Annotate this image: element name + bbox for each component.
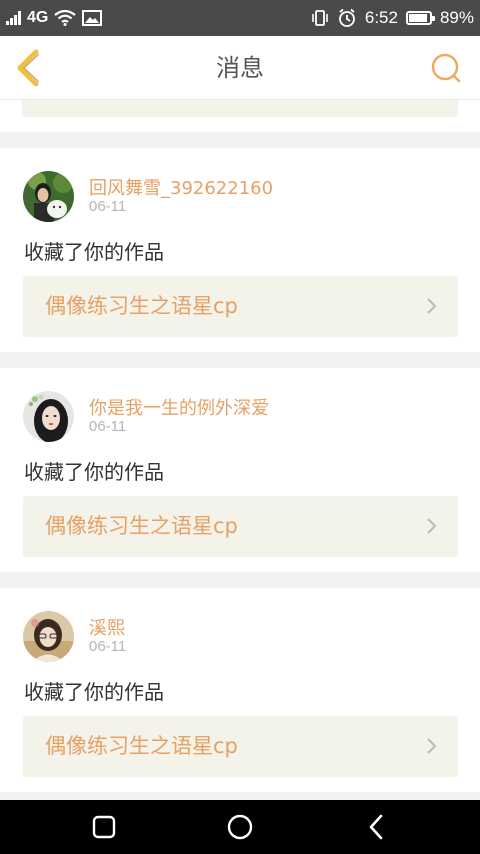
network-type: 4G	[27, 9, 49, 26]
action-text: 收藏了你的作品	[24, 240, 164, 264]
username[interactable]: 你是我一生的例外深爱	[89, 394, 269, 420]
back-nav-button[interactable]	[362, 812, 392, 842]
action-text: 收藏了你的作品	[24, 680, 164, 704]
image-notification-icon	[82, 10, 103, 26]
page-title: 消息	[216, 54, 264, 82]
app-header: 消息	[0, 36, 480, 100]
avatar[interactable]	[23, 611, 74, 662]
avatar[interactable]	[23, 391, 74, 442]
message-date: 06-11	[89, 418, 127, 435]
back-button[interactable]	[10, 46, 54, 90]
action-text: 收藏了你的作品	[24, 460, 164, 484]
work-title: 偶像练习生之语星cp	[45, 294, 238, 318]
message-list[interactable]: 回风舞雪_392622160 06-11 收藏了你的作品 偶像练习生之语星cp	[0, 100, 480, 800]
chevron-right-icon	[427, 518, 437, 534]
battery-icon	[405, 11, 435, 25]
message-date: 06-11	[89, 198, 127, 215]
chevron-right-icon	[427, 298, 437, 314]
work-link[interactable]: 偶像练习生之语星cp	[23, 496, 458, 557]
system-nav-bar	[0, 800, 480, 854]
username[interactable]: 回风舞雪_392622160	[89, 174, 273, 200]
status-bar: 4G 6:52 89%	[0, 0, 480, 36]
clock-time: 6:52	[364, 8, 398, 27]
recents-square-icon	[92, 815, 116, 839]
alarm-icon	[338, 8, 355, 27]
recents-button[interactable]	[89, 812, 119, 842]
message-date: 06-11	[89, 638, 127, 655]
search-button[interactable]	[428, 50, 464, 86]
list-item: 溪熙 06-11 收藏了你的作品 偶像练习生之语星cp	[0, 588, 480, 792]
avatar[interactable]	[23, 171, 74, 222]
work-title: 偶像练习生之语星cp	[45, 734, 238, 758]
username[interactable]: 溪熙	[89, 614, 125, 640]
work-title: 偶像练习生之语星cp	[45, 514, 238, 538]
wifi-icon	[54, 10, 77, 26]
battery-percent: 89%	[439, 8, 474, 27]
chevron-left-icon	[17, 49, 40, 87]
vibrate-icon	[312, 10, 328, 26]
signal-icon	[6, 11, 21, 25]
work-link[interactable]: 偶像练习生之语星cp	[23, 716, 458, 777]
list-item-partial	[0, 100, 480, 132]
chevron-right-icon	[427, 738, 437, 754]
home-button[interactable]	[225, 812, 255, 842]
back-triangle-icon	[369, 814, 383, 840]
home-circle-icon	[227, 814, 253, 840]
list-item: 你是我一生的例外深爱 06-11 收藏了你的作品 偶像练习生之语星cp	[0, 368, 480, 572]
work-link[interactable]: 偶像练习生之语星cp	[23, 276, 458, 337]
work-link-partial[interactable]	[22, 100, 458, 117]
list-item: 回风舞雪_392622160 06-11 收藏了你的作品 偶像练习生之语星cp	[0, 148, 480, 352]
search-icon	[431, 53, 461, 83]
